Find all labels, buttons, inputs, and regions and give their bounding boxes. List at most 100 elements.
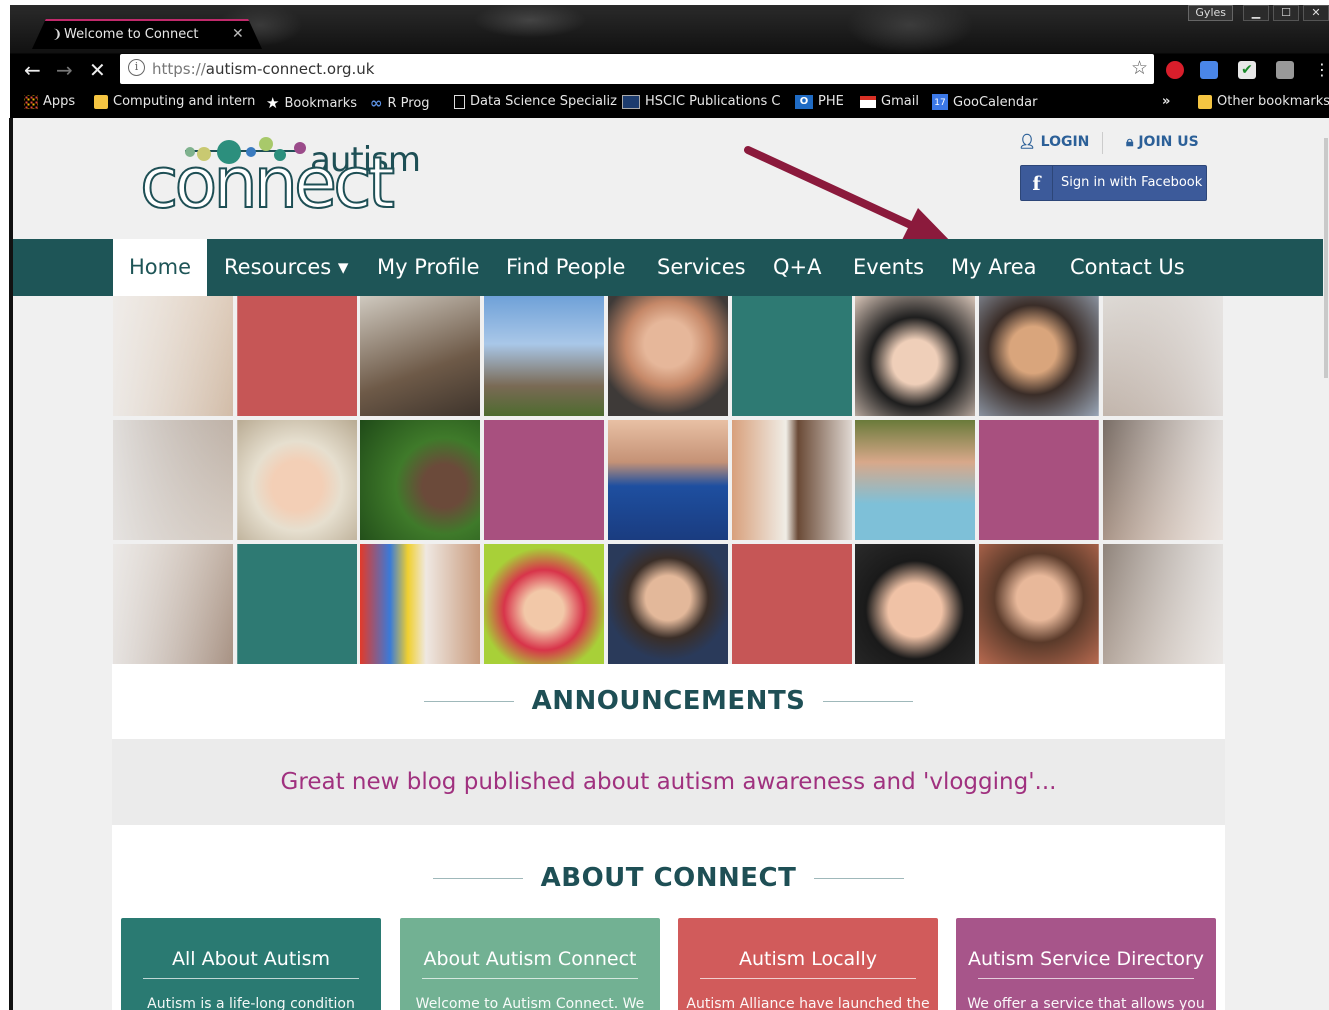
mosaic-color-tile (484, 420, 604, 540)
announcements-heading-text: ANNOUNCEMENTS (531, 686, 806, 716)
ext-red-icon[interactable] (1166, 61, 1184, 79)
card-rule (422, 978, 638, 979)
bookmark-apps[interactable]: Apps (24, 94, 75, 109)
logo-word-connect: connect (139, 142, 396, 224)
other-bookmarks-label: Other bookmarks (1217, 94, 1329, 109)
photo-mosaic (113, 296, 1223, 664)
heading-rule (432, 878, 523, 879)
heading-rule (823, 701, 914, 702)
facebook-label: Sign in with Facebook (1061, 175, 1203, 190)
url-scheme: https:// (152, 60, 206, 78)
card-about-autism-connect[interactable]: About Autism Connect Welcome to Autism C… (400, 918, 660, 1010)
photo-man-blocks (360, 544, 480, 664)
photo-child-helmet (855, 544, 975, 664)
heading-rule (814, 878, 905, 879)
photo-baby (237, 420, 357, 540)
card-title: About Autism Connect (423, 948, 637, 970)
nav-events[interactable]: Events (853, 239, 924, 296)
card-text: Welcome to Autism Connect. We (415, 996, 645, 1010)
photo-woman (855, 296, 975, 416)
other-bookmarks[interactable]: Other bookmarks (1198, 94, 1329, 109)
join-label: JOIN US (1138, 134, 1199, 150)
join-link[interactable]: 🔒︎ JOIN US (1126, 134, 1199, 150)
maximize-icon[interactable]: ☐ (1273, 5, 1299, 21)
bookmark-computing[interactable]: Computing and intern (94, 94, 255, 109)
card-rule (978, 978, 1194, 979)
bookmark-bookmarks[interactable]: ★ Bookmarks (266, 94, 357, 112)
browser-tab[interactable]: ❩ Welcome to Connect ✕ (32, 19, 262, 49)
mosaic-fade-right (1098, 296, 1223, 664)
login-link[interactable]: 👤︎ LOGIN (1018, 134, 1089, 150)
photo-smiling-man (608, 296, 728, 416)
scrollbar-thumb[interactable] (1324, 138, 1328, 378)
stop-loading-icon[interactable]: ✕ (89, 58, 106, 82)
bookmark-goocalendar[interactable]: 17 GooCalendar (932, 94, 1037, 110)
nav-resources[interactable]: Resources ▾ (224, 239, 348, 296)
nav-contact-us[interactable]: Contact Us (1070, 239, 1185, 296)
photo-boy (979, 296, 1099, 416)
close-window-icon[interactable]: ✕ (1303, 5, 1329, 21)
about-heading: ABOUT CONNECT (112, 863, 1225, 893)
facebook-signin-button[interactable]: f Sign in with Facebook (1020, 165, 1207, 201)
photo-children (732, 420, 852, 540)
bookmark-datascience[interactable]: Data Science Specializ (454, 94, 617, 109)
nav-find-people[interactable]: Find People (506, 239, 625, 296)
page-scrollbar[interactable] (1323, 118, 1329, 1010)
page-icon (454, 94, 465, 109)
ext-grey-icon[interactable] (1276, 61, 1294, 79)
user-icon: 👤︎ (1018, 134, 1036, 150)
bookmark-star-icon[interactable]: ☆ (1131, 57, 1148, 79)
info-icon[interactable]: i (128, 59, 145, 76)
monitor-icon (622, 94, 640, 109)
nav-my-profile[interactable]: My Profile (377, 239, 480, 296)
heading-rule (423, 701, 514, 702)
photo-toddler (979, 544, 1099, 664)
main-navigation: Home Resources ▾ My Profile Find People … (13, 239, 1323, 296)
bookmark-gmail[interactable]: Gmail (860, 94, 919, 109)
nav-home[interactable]: Home (113, 239, 208, 296)
calendar-icon: 17 (932, 94, 948, 110)
card-all-about-autism[interactable]: All About Autism Autism is a life-long c… (121, 918, 381, 1010)
photo-boy-sky (484, 296, 604, 416)
nav-services[interactable]: Services (657, 239, 746, 296)
site-logo[interactable]: autism connect (139, 126, 440, 224)
minimize-icon[interactable]: ▁ (1243, 5, 1269, 21)
window-controls: ▁ ☐ ✕ (1243, 5, 1329, 21)
facebook-icon: f (1021, 166, 1053, 200)
bookmark-hscic[interactable]: HSCIC Publications C (622, 94, 780, 109)
bookmark-label: Bookmarks (284, 95, 358, 111)
outlook-icon: O (795, 94, 813, 109)
ext-check-icon[interactable]: ✔ (1238, 61, 1256, 79)
mosaic-color-tile (237, 296, 357, 416)
card-text: Autism Alliance have launched the (686, 996, 930, 1010)
bookmarks-overflow[interactable]: » (1162, 94, 1170, 109)
mosaic-fade-left (113, 296, 238, 664)
back-arrow-icon[interactable]: ← (24, 58, 41, 82)
bookmarks-bar: Apps Computing and intern ★ Bookmarks ∞ … (10, 91, 1329, 115)
card-rule (143, 978, 359, 979)
card-text: We offer a service that allows you (967, 996, 1205, 1010)
card-title: Autism Locally (739, 948, 877, 970)
menu-dots-icon[interactable]: ⋮ (1314, 60, 1329, 79)
bookmark-label: PHE (818, 94, 844, 109)
tab-close-icon[interactable]: ✕ (232, 26, 244, 42)
photo-man-bike (608, 420, 728, 540)
bookmark-label: Data Science Specializ (470, 94, 617, 109)
url-text: https://autism-connect.org.uk (152, 60, 375, 78)
nav-my-area[interactable]: My Area (951, 239, 1037, 296)
nav-qa[interactable]: Q+A (773, 239, 822, 296)
card-autism-locally[interactable]: Autism Locally Autism Alliance have laun… (678, 918, 938, 1010)
address-bar[interactable]: i https://autism-connect.org.uk ☆ (120, 54, 1154, 84)
forward-arrow-icon[interactable]: → (56, 58, 73, 82)
bookmark-phe[interactable]: O PHE (795, 94, 844, 109)
photo-girl-smiling (484, 544, 604, 664)
card-title: All About Autism (172, 948, 330, 970)
header-divider (1102, 132, 1103, 154)
announcement-link[interactable]: Great new blog published about autism aw… (281, 769, 1057, 795)
photo-girl-bubbles (360, 420, 480, 540)
card-autism-service-directory[interactable]: Autism Service Directory We offer a serv… (956, 918, 1216, 1010)
ext-blue-icon[interactable] (1200, 61, 1218, 79)
profile-button[interactable]: Gyles (1188, 5, 1233, 21)
bookmark-rprog[interactable]: ∞ R Prog (370, 94, 430, 112)
bookmark-label: Computing and intern (113, 94, 256, 109)
